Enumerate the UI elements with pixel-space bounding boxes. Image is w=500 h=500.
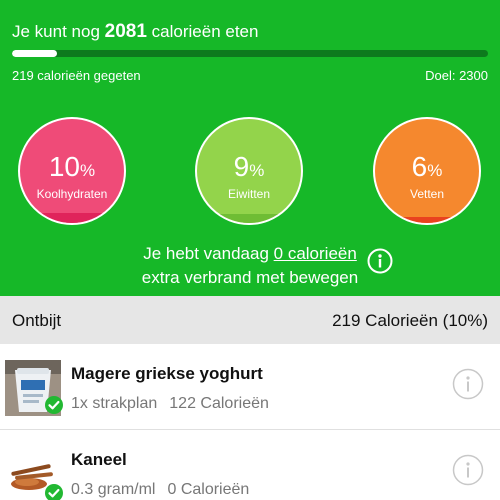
macro-protein-percent: 9%: [233, 151, 265, 182]
checkmark-icon: [45, 396, 63, 414]
remaining-calories-text: Je kunt nog 2081 calorieën eten: [12, 21, 258, 43]
calorie-summary-header: Je kunt nog 2081 calorieën eten 219 calo…: [0, 0, 500, 296]
food-item-portion: 1x strakplan: [71, 395, 158, 412]
food-item-cinnamon[interactable]: Kaneel 0.3 gram/ml 0 Calorieën: [0, 430, 500, 500]
food-item-details: 1x strakplan 122 Calorieën: [71, 395, 269, 413]
goal-calories: Doel: 2300: [425, 68, 488, 83]
burned-calories-link[interactable]: 0 calorieën: [274, 244, 357, 263]
macro-protein-fill: [197, 213, 301, 223]
info-icon[interactable]: [452, 454, 484, 486]
macro-carbs-label: Koolhydraten: [36, 187, 108, 201]
calorie-progress-fill: [12, 50, 58, 57]
food-item-yoghurt[interactable]: Magere griekse yoghurt 1x strakplan 122 C…: [0, 344, 500, 430]
meal-section-header[interactable]: Ontbijt 219 Calorieën (10%): [0, 296, 500, 344]
macro-protein-label: Eiwitten: [227, 187, 271, 201]
info-icon[interactable]: [367, 248, 393, 274]
remaining-prefix: Je kunt nog: [12, 22, 100, 41]
food-item-portion: 0.3 gram/ml: [71, 481, 156, 498]
meal-total-calories: 219 Calorieën (10%): [332, 311, 488, 330]
info-icon[interactable]: [452, 368, 484, 400]
macro-fat-fill: [375, 216, 479, 223]
food-item-title: Magere griekse yoghurt: [71, 364, 263, 383]
remaining-suffix: calorieën eten: [151, 22, 259, 41]
calorie-progress-bar: [12, 50, 488, 57]
macro-fat-circle[interactable]: 6% Vetten: [373, 117, 481, 225]
exercise-burn-text: Je hebt vandaag 0 calorieën extra verbra…: [141, 244, 359, 287]
remaining-value: 2081: [104, 21, 147, 42]
meal-name: Ontbijt: [12, 311, 62, 330]
food-item-calories: 0 Calorieën: [167, 481, 250, 498]
food-item-calories: 122 Calorieën: [169, 395, 269, 412]
macro-carbs-fill: [20, 212, 124, 223]
eaten-calories: 219 calorieën gegeten: [12, 68, 141, 83]
checkmark-icon: [45, 484, 63, 500]
macro-fat-label: Vetten: [409, 187, 445, 201]
macro-protein-circle[interactable]: 9% Eiwitten: [195, 117, 303, 225]
macro-fat-percent: 6%: [411, 151, 443, 182]
food-item-details: 0.3 gram/ml 0 Calorieën: [71, 481, 249, 499]
macro-carbs-percent: 10%: [48, 151, 96, 182]
macro-carbs-circle[interactable]: 10% Koolhydraten: [18, 117, 126, 225]
food-item-title: Kaneel: [71, 450, 127, 469]
